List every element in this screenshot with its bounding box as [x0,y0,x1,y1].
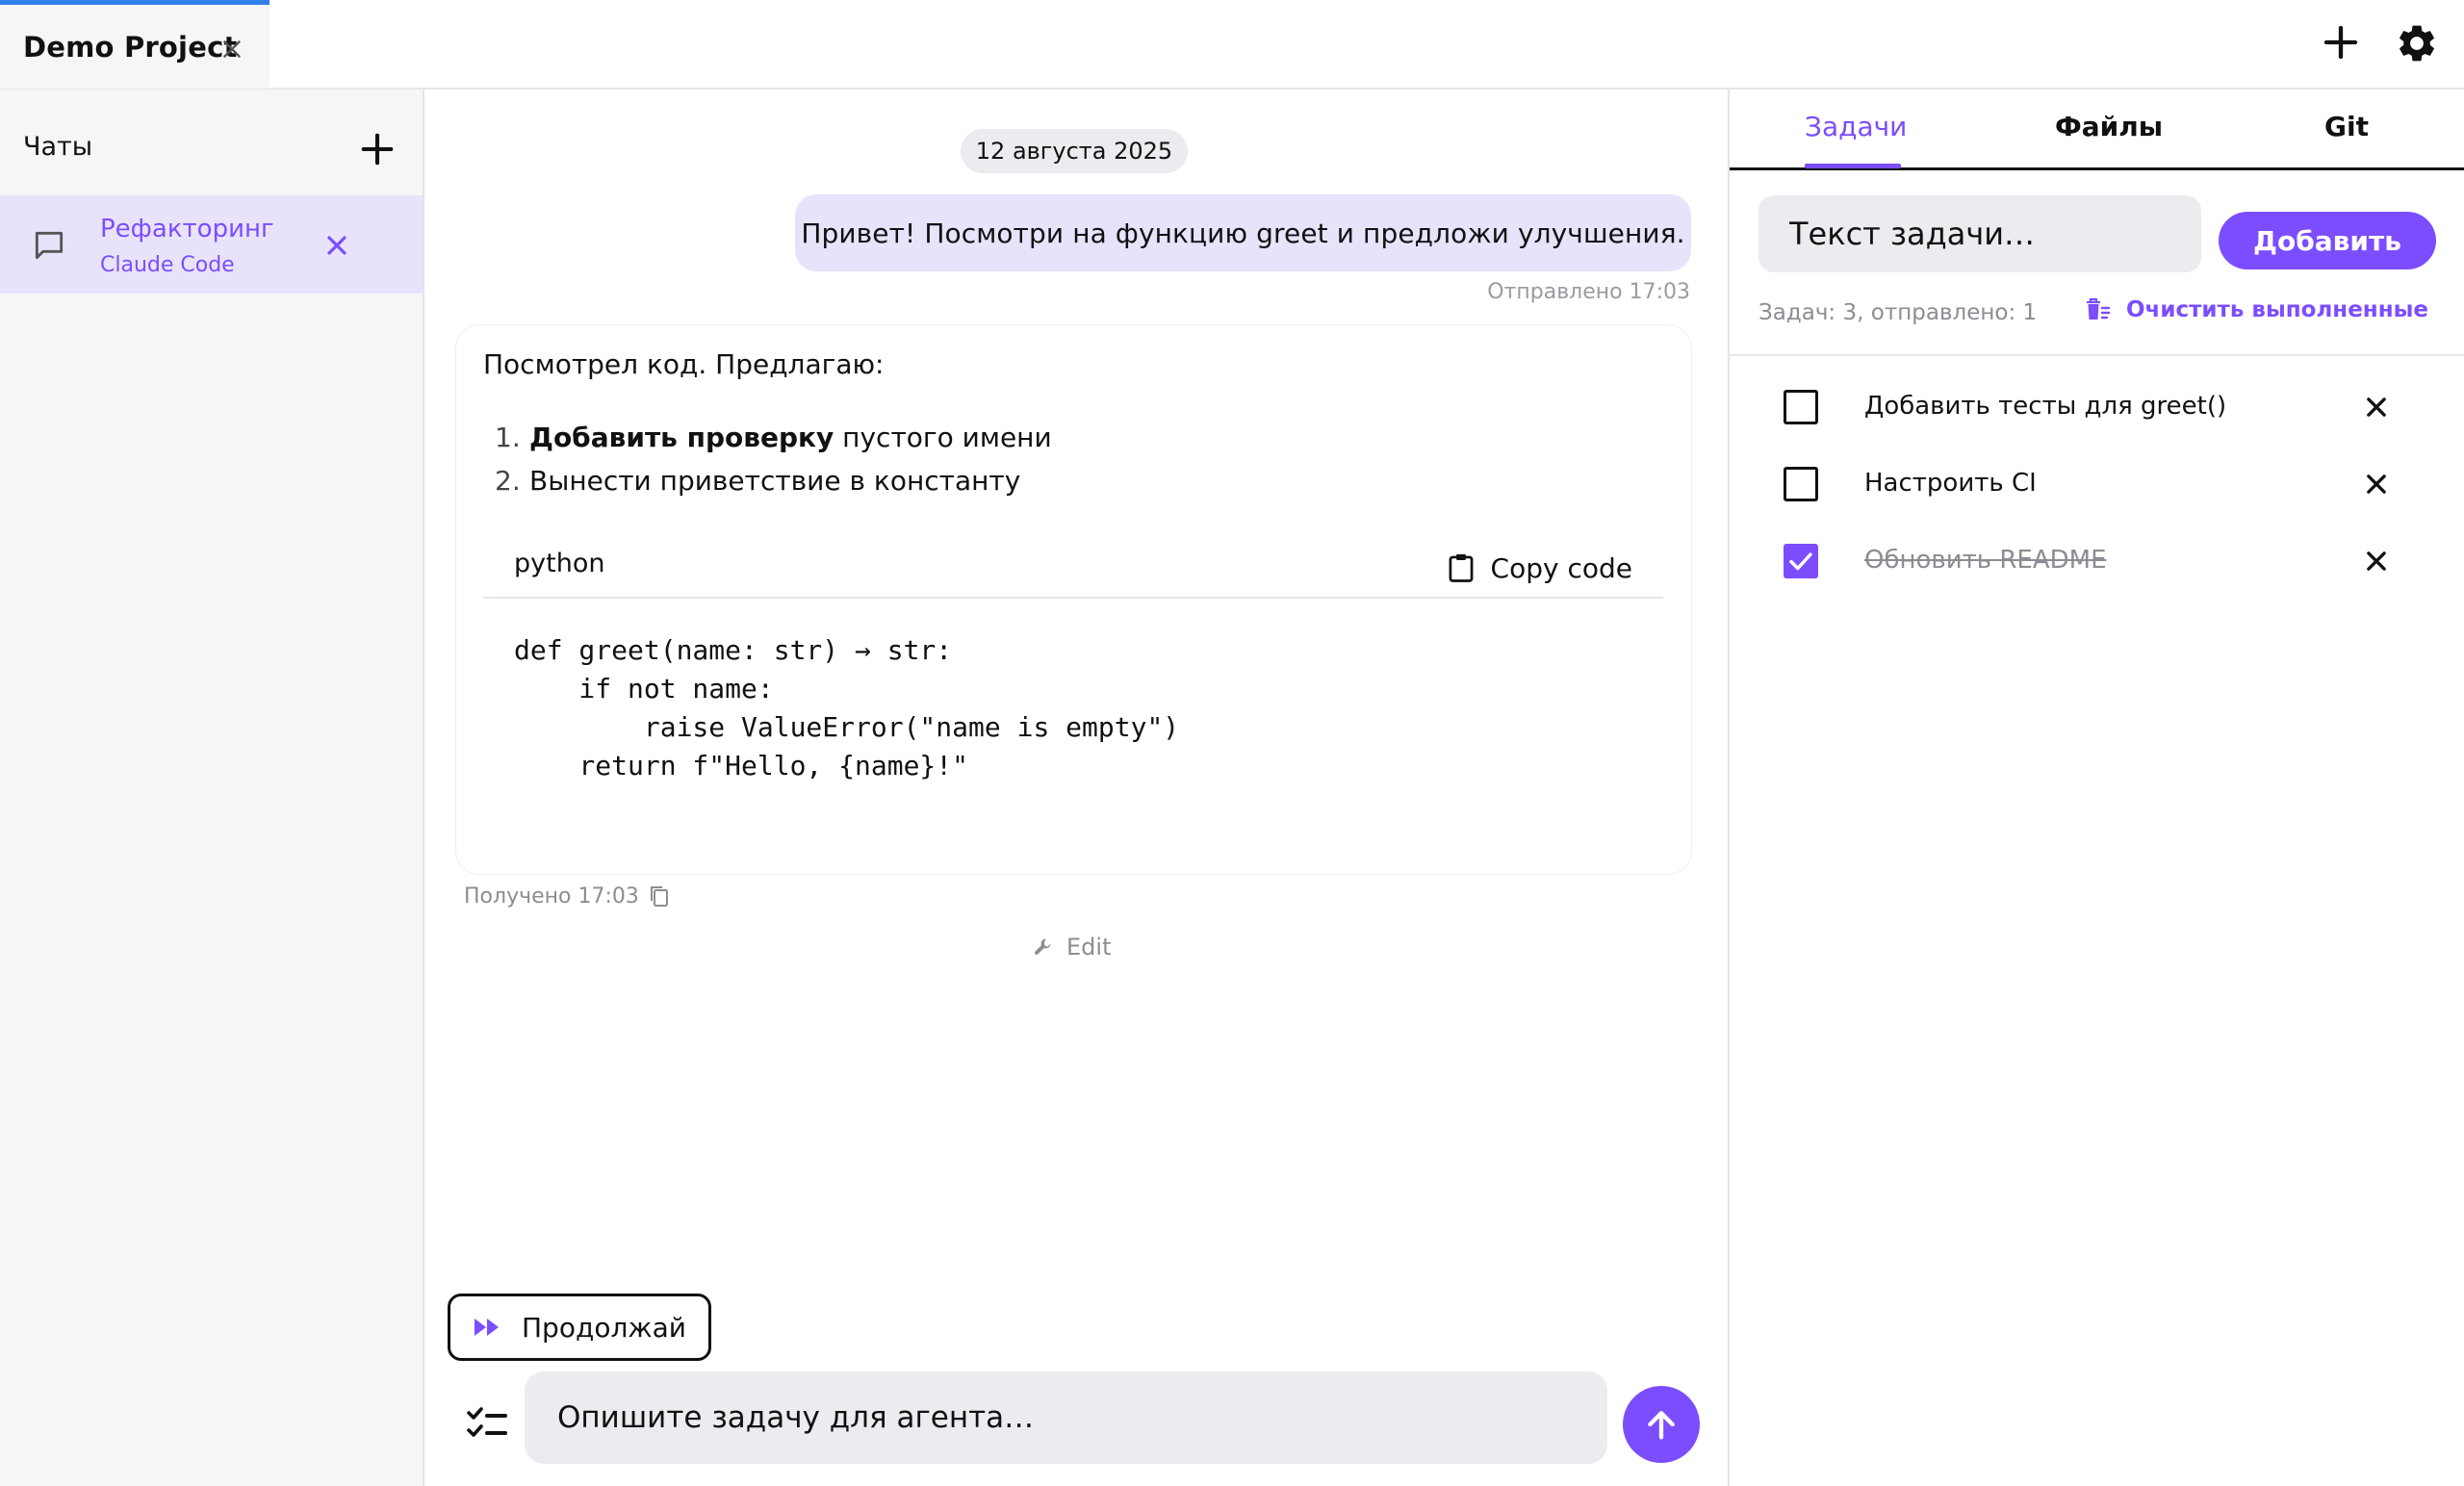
list-bold-text: Добавить проверку [529,422,834,453]
code-content: def greet(name: str) → str: if not name:… [514,634,1180,781]
wrench-icon [1035,938,1051,955]
tab-tasks[interactable]: Задачи [1805,111,1907,142]
list-number: 1. [495,422,521,453]
list-text: пустого имени [834,422,1052,453]
delete-task-icon[interactable] [2363,394,2390,421]
arrow-up-icon [1648,1411,1675,1440]
task-input[interactable] [1758,195,2201,272]
fast-forward-icon [475,1319,499,1336]
copy-icon[interactable] [649,884,670,908]
list-item: 1. Добавить проверку пустого имени [495,422,1052,453]
panel-tabs: Задачи Файлы Git [1730,90,2464,170]
sidebar-chat-item[interactable]: Рефакторинг Claude Code [0,195,423,294]
close-chat-icon[interactable] [321,230,352,261]
task-checkbox[interactable] [1784,390,1818,424]
project-tab-title: Demo Project [23,30,238,64]
task-checkbox[interactable] [1784,467,1818,501]
list-item: 2. Вынести приветствие в константу [495,465,1020,497]
divider [1730,354,2464,356]
sidebar-title: Чаты [23,132,93,162]
plus-icon[interactable] [2322,23,2360,62]
delete-task-icon[interactable] [2363,548,2390,575]
task-text: Обновить README [1864,546,2107,575]
checklist-icon[interactable] [466,1405,508,1444]
task-row: Настроить CI [1730,455,2464,513]
trash-icon [2087,297,2111,320]
prompt-input[interactable] [525,1371,1607,1464]
user-message-meta: Отправлено 17:03 [1487,280,1690,304]
task-summary: Задач: 3, отправлено: 1 [1758,300,2038,325]
task-text: Добавить тесты для greet() [1864,392,2227,421]
chat-agent: Claude Code [100,253,235,277]
add-chat-icon[interactable] [359,131,396,167]
gear-icon[interactable] [2395,21,2439,65]
task-row: Добавить тесты для greet() [1730,378,2464,436]
task-checkbox[interactable] [1784,544,1818,578]
tool-call-chip[interactable]: Edit [1032,932,1111,962]
agent-message-intro: Посмотрел код. Предлагаю: [483,348,885,380]
copy-code-label: Copy code [1490,551,1632,584]
list-number: 2. [495,465,521,497]
close-icon[interactable] [219,37,244,62]
task-text: Настроить CI [1864,469,2037,498]
active-tab-indicator [1805,164,1901,168]
continue-label: Продолжай [522,1311,686,1344]
top-bar: Demo Project [0,0,2464,90]
date-separator: 12 августа 2025 [961,129,1188,173]
user-message-text: Привет! Посмотри на функцию greet и пред… [801,217,1685,249]
agent-message-time: Получено 17:03 [464,884,639,909]
continue-button[interactable]: Продолжай [448,1294,711,1361]
clear-completed-button[interactable]: Очистить выполненные [2084,296,2428,323]
clear-completed-label: Очистить выполненные [2126,297,2428,322]
tasks-panel: Задачи Файлы Git Добавить Задач: 3, отпр… [1728,90,2464,1486]
add-task-button[interactable]: Добавить [2219,212,2436,269]
task-row: Обновить README [1730,532,2464,590]
copy-code-button[interactable]: Copy code [1447,545,1632,591]
clipboard-icon [1449,553,1473,582]
user-message: Привет! Посмотри на функцию greet и пред… [795,194,1691,271]
agent-message-meta: Получено 17:03 [464,883,670,910]
project-tab[interactable]: Demo Project [0,0,270,89]
tab-git[interactable]: Git [2324,111,2369,142]
chat-name: Рефакторинг [100,215,274,243]
checkmark-icon [1789,552,1812,571]
tool-call-label: Edit [1066,934,1112,961]
list-text: Вынести приветствие в константу [529,465,1021,497]
code-block-header: python Copy code [483,537,1663,599]
chats-sidebar: Чаты Рефакторинг Claude Code [0,90,424,1486]
send-button[interactable] [1623,1386,1700,1463]
chat-bubble-icon [35,231,64,260]
agent-message: Посмотрел код. Предлагаю: 1. Добавить про… [456,325,1691,874]
tab-files[interactable]: Файлы [2055,111,2163,142]
code-language: python [514,549,605,578]
delete-task-icon[interactable] [2363,471,2390,498]
